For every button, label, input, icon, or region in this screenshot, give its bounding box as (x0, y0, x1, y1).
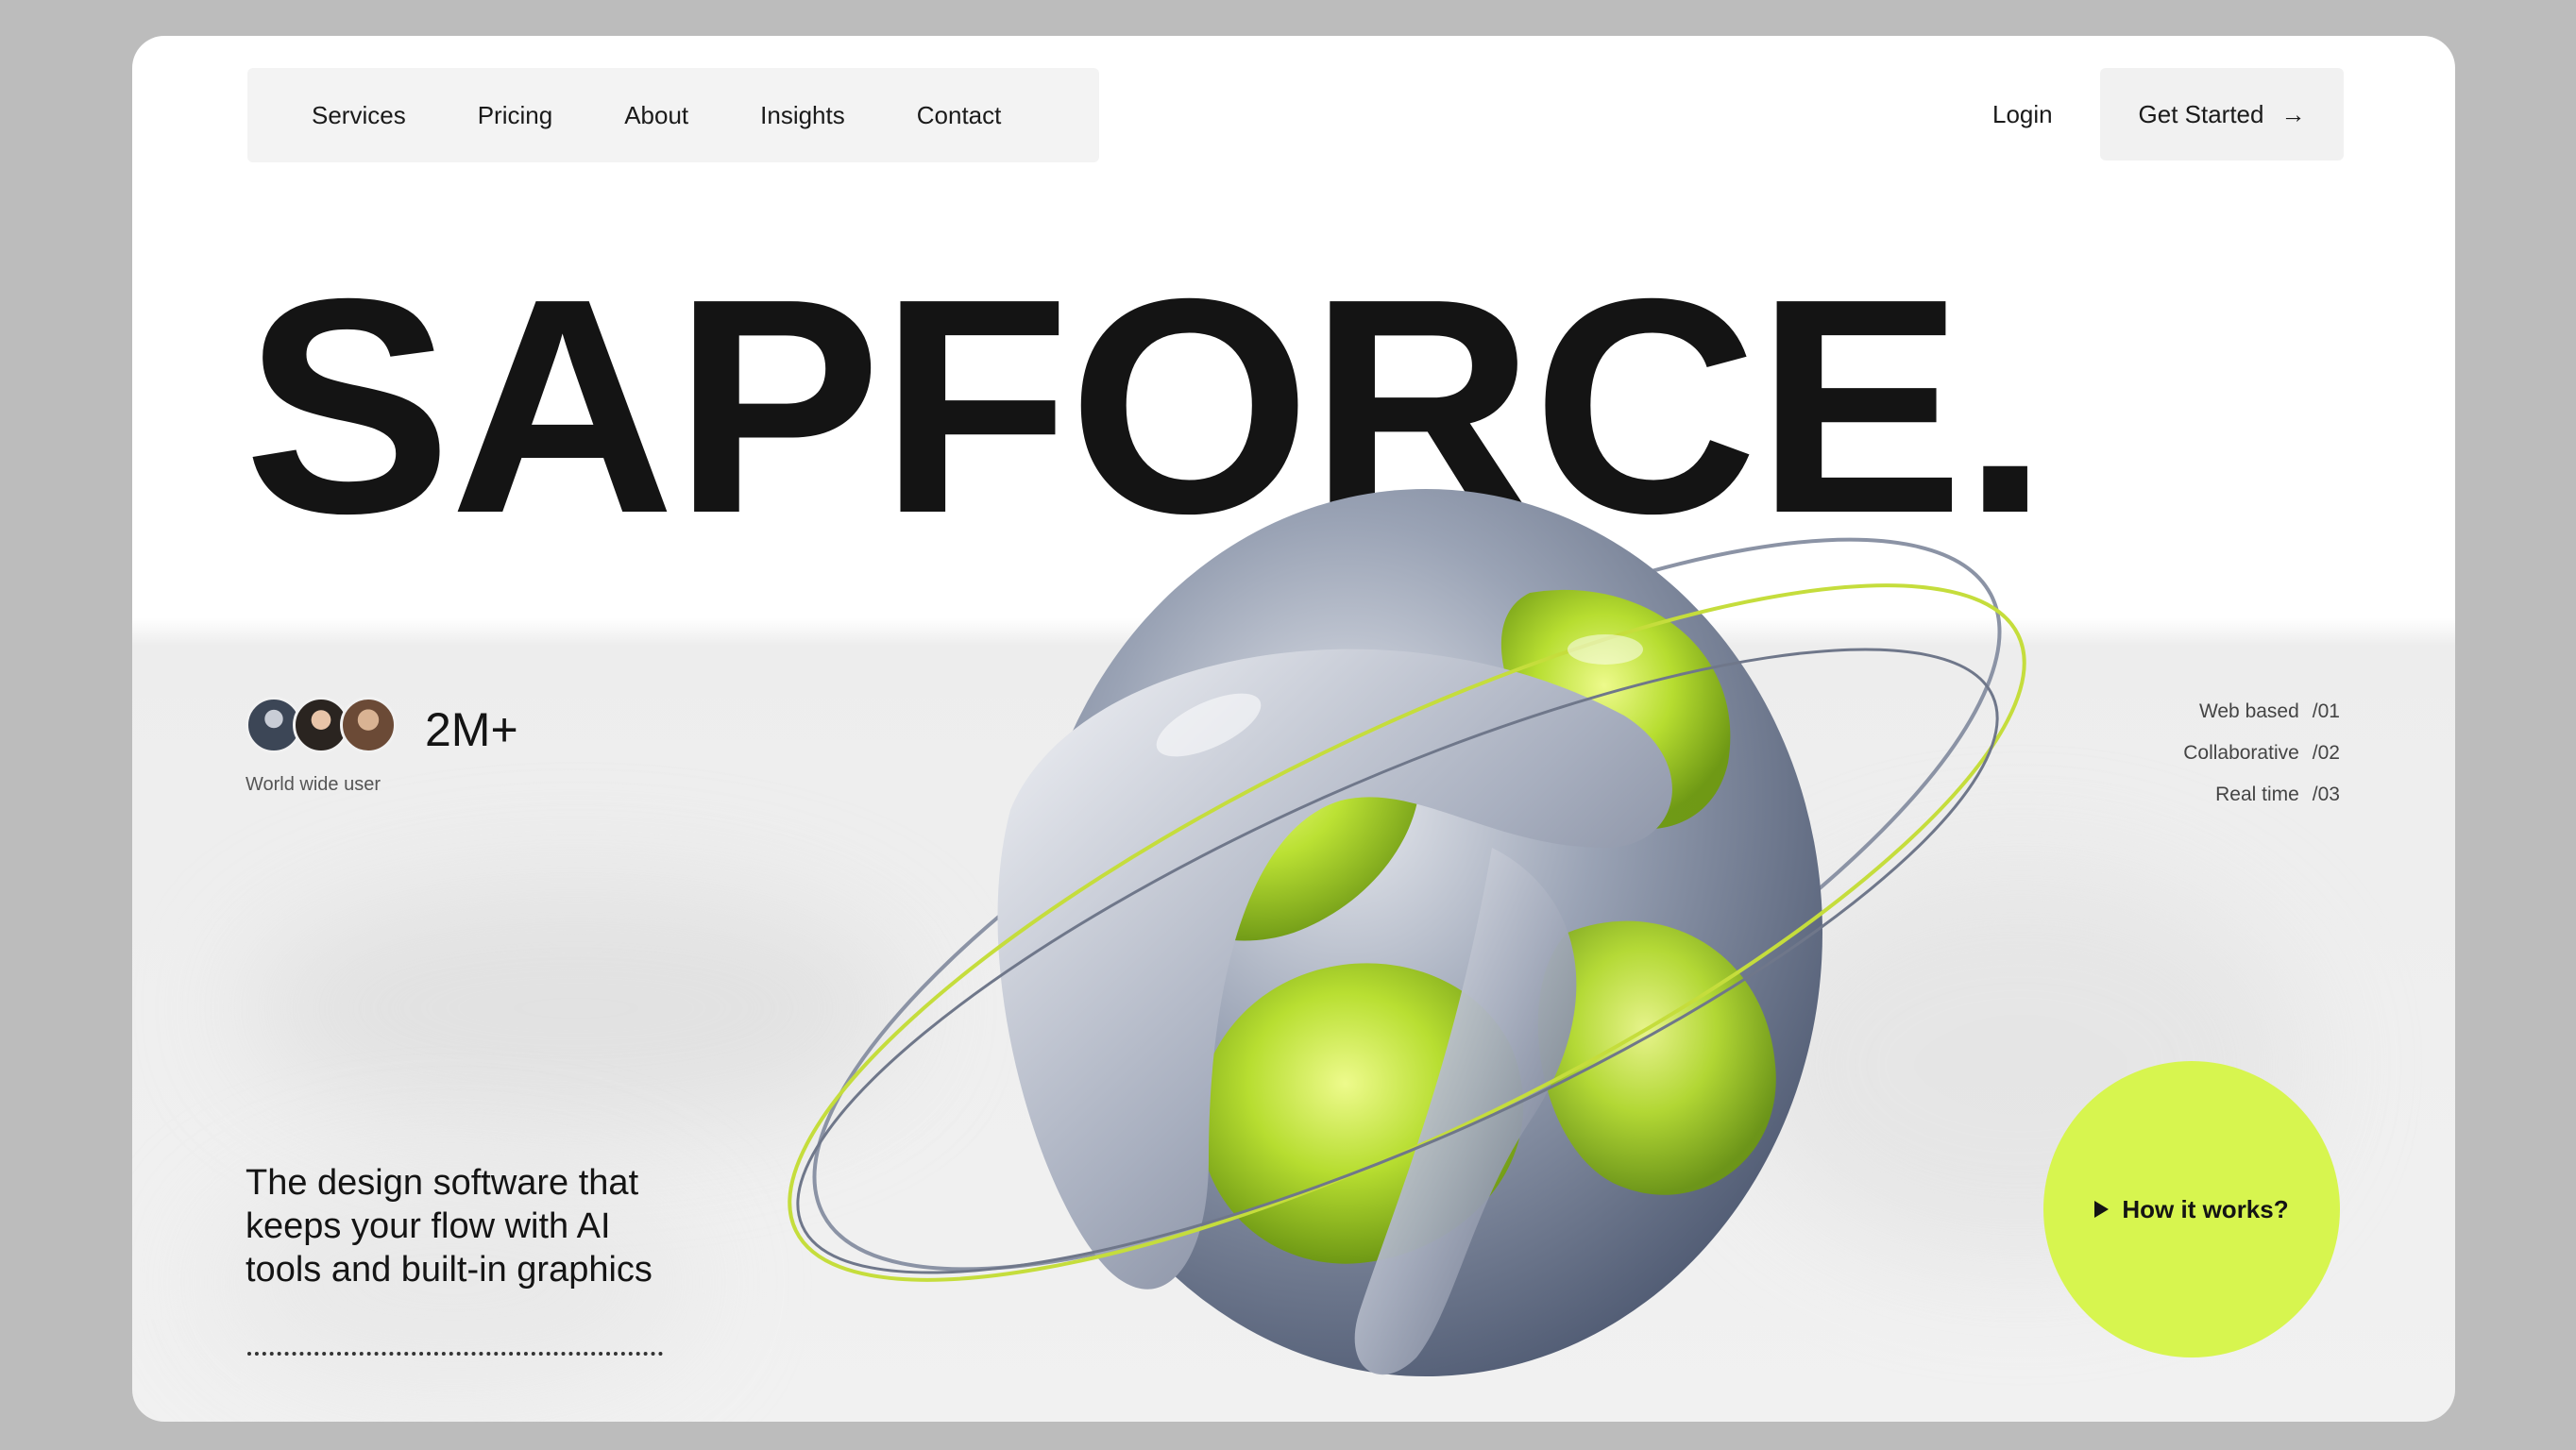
arrow-right-icon: → (2280, 100, 2306, 128)
feature-number: /01 (2312, 700, 2340, 722)
feature-number: /02 (2312, 742, 2340, 764)
feature-item: Real time/03 (2183, 784, 2340, 806)
feature-item: Web based/01 (2183, 700, 2340, 723)
feature-label: Web based (2198, 700, 2299, 722)
get-started-button[interactable]: Get Started → (2100, 68, 2344, 160)
tagline: The design software that keeps your flow… (246, 1163, 652, 1290)
how-it-works-label: How it works? (2122, 1194, 2289, 1223)
users-caption: World wide user (246, 774, 381, 795)
hero-3d-object (788, 489, 2026, 1376)
nav-link-pricing[interactable]: Pricing (478, 101, 552, 130)
avatar (340, 697, 397, 753)
dotted-divider (247, 1352, 663, 1356)
main-nav: Services Pricing About Insights Contact (247, 68, 1099, 162)
feature-item: Collaborative/02 (2183, 742, 2340, 765)
feature-label: Real time (2215, 784, 2299, 805)
feature-label: Collaborative (2183, 742, 2299, 764)
nav-link-insights[interactable]: Insights (760, 101, 845, 130)
login-link[interactable]: Login (1992, 100, 2053, 129)
users-count: 2M+ (425, 703, 518, 756)
play-icon (2094, 1201, 2110, 1218)
feature-number: /03 (2312, 784, 2340, 805)
nav-link-services[interactable]: Services (312, 101, 406, 130)
nav-link-about[interactable]: About (624, 101, 688, 130)
page-card: Services Pricing About Insights Contact … (132, 36, 2455, 1422)
nav-link-contact[interactable]: Contact (917, 101, 1002, 130)
feature-list: Web based/01 Collaborative/02 Real time /… (2183, 700, 2340, 825)
user-avatars (246, 697, 397, 753)
get-started-label: Get Started (2138, 99, 2264, 128)
how-it-works-button[interactable]: How it works? (2043, 1061, 2340, 1357)
